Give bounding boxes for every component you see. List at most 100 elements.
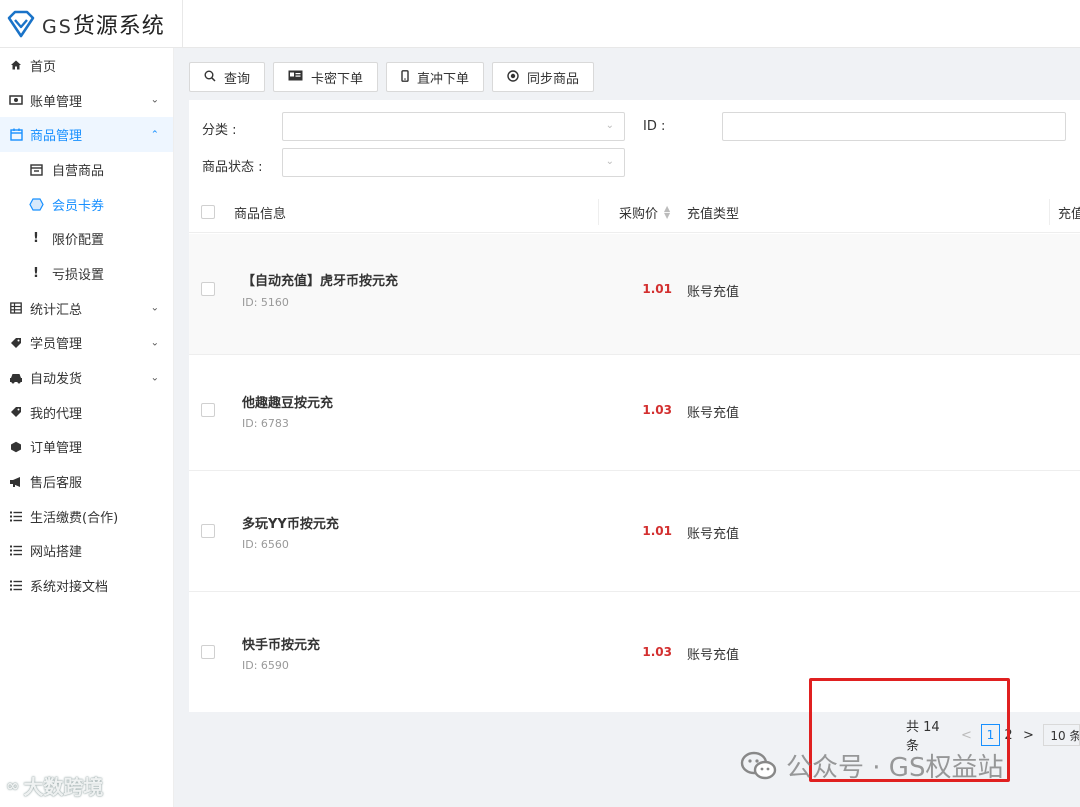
direct-order-button[interactable]: 直冲下单 [386,62,485,92]
card-order-button[interactable]: 卡密下单 [273,62,379,92]
chevron-down-icon: ⌄ [605,120,614,131]
recharge-type: 账号充值 [687,406,740,421]
sidebar-item-price-limit[interactable]: ! 限价配置 [0,221,173,256]
sidebar-item-students[interactable]: 学员管理 ⌄ [0,326,173,361]
sidebar-item-api-docs[interactable]: 系统对接文档 [0,568,173,603]
tag-icon [8,404,24,420]
sidebar-item-label: 自营商品 [52,163,105,179]
sync-products-button[interactable]: 同步商品 [492,62,595,92]
purchase-price: 1.01 [642,282,672,296]
watermark-logo-icon: ∞ [6,776,20,795]
sidebar-item-label: 限价配置 [52,233,105,249]
cube-icon [8,439,24,455]
top-bar: GS货源系统 [0,0,1080,48]
product-name[interactable]: 多玩YY币按元充 [242,513,339,532]
header-purchase-price-label: 采购价 [619,206,659,222]
query-button[interactable]: 查询 [189,62,266,92]
table-header: 商品信息 采购价 ▲ ▼ 充值类型 充值 [189,191,1080,233]
sidebar-item-orders[interactable]: 订单管理 [0,430,173,465]
next-page-button[interactable]: > [1019,724,1037,746]
purchase-price: 1.03 [642,403,672,417]
sidebar-item-bills[interactable]: 账单管理 ⌄ [0,83,173,118]
search-icon [204,70,216,85]
sidebar-item-own-products[interactable]: 自营商品 [0,152,173,187]
sidebar-item-my-agents[interactable]: 我的代理 [0,395,173,430]
chevron-down-icon: ⌄ [150,94,159,106]
query-button-label: 查询 [224,71,251,87]
page-size-select[interactable]: 10 条 [1043,724,1080,746]
table-row[interactable]: 【自动充值】虎牙币按元充 ID: 5160 1.01 账号充值 [189,234,1080,355]
sidebar-item-label: 售后客服 [30,476,83,492]
status-label: 商品状态 : [202,160,263,175]
purchase-price: 1.03 [642,645,672,659]
diamond-logo-icon [7,10,35,38]
chevron-up-icon: ⌃ [150,129,159,141]
calendar-icon [28,161,44,177]
header-purchase-price[interactable]: 采购价 ▲ ▼ [619,191,670,233]
header-divider [1049,199,1050,225]
product-id: ID: 6560 [242,538,289,551]
sidebar-item-label: 会员卡券 [52,198,105,214]
chevron-down-icon: ⌄ [150,302,159,314]
direct-order-button-label: 直冲下单 [417,71,470,87]
wechat-icon [740,751,777,779]
sidebar-item-label: 学员管理 [30,337,83,353]
recharge-type: 账号充值 [687,648,740,663]
product-name[interactable]: 他趣趣豆按元充 [242,392,333,411]
purchase-price: 1.01 [642,524,672,538]
id-card-icon [288,70,303,84]
id-label: ID : [643,119,666,134]
product-name[interactable]: 【自动充值】虎牙币按元充 [242,270,398,289]
watermark-right: 公众号 · GS权益站 [740,747,1003,784]
sidebar-item-member-coupons[interactable]: 会员卡券 [0,187,173,222]
sidebar-item-label: 网站搭建 [30,545,83,561]
card-order-button-label: 卡密下单 [311,71,364,87]
sync-products-button-label: 同步商品 [527,71,580,87]
select-all-checkbox[interactable] [201,205,215,219]
product-id: ID: 6590 [242,659,289,672]
sidebar-item-label: 订单管理 [30,441,83,457]
status-select[interactable]: ⌄ [282,148,625,177]
calendar-icon [8,127,24,143]
sidebar-item-utility-payment[interactable]: 生活缴费(合作) [0,499,173,534]
sidebar-item-after-sales[interactable]: 售后客服 [0,464,173,499]
category-label: 分类 : [202,123,237,138]
sidebar-item-site-builder[interactable]: 网站搭建 [0,534,173,569]
sidebar: 首页 账单管理 ⌄ 商品管理 ⌃ 自营商品 会员卡券 ! 限价配置 ! 亏损设置 [0,48,174,807]
category-select[interactable]: ⌄ [282,112,625,141]
header-recharge-col: 充值 [1058,206,1080,222]
sidebar-item-statistics[interactable]: 统计汇总 ⌄ [0,291,173,326]
list-icon [8,543,24,559]
sidebar-item-label: 系统对接文档 [30,580,109,596]
logo[interactable]: GS货源系统 [0,0,183,48]
sidebar-item-loss-settings[interactable]: ! 亏损设置 [0,256,173,291]
watermark-left-text: 大数跨境 [23,775,104,799]
sidebar-item-home[interactable]: 首页 [0,48,173,83]
product-name[interactable]: 快手币按元充 [242,634,320,653]
product-panel: 分类 : ⌄ ID : 商品状态 : ⌄ 商品信息 采购价 ▲ ▼ 充值类型 充值… [189,100,1080,712]
sidebar-item-label: 生活缴费(合作) [30,510,119,526]
table-row[interactable]: 他趣趣豆按元充 ID: 6783 1.03 账号充值 [189,350,1080,471]
car-icon [8,370,24,386]
table-row[interactable]: 多玩YY币按元充 ID: 6560 1.01 账号充值 [189,471,1080,592]
bill-icon [8,92,24,108]
row-checkbox[interactable] [201,403,215,417]
chevron-down-icon: ⌄ [150,372,159,384]
row-checkbox[interactable] [201,524,215,538]
sidebar-item-auto-delivery[interactable]: 自动发货 ⌄ [0,360,173,395]
recharge-type: 账号充值 [687,527,740,542]
sidebar-item-products[interactable]: 商品管理 ⌃ [0,117,173,153]
sort-icon: ▲ ▼ [664,204,671,220]
sidebar-item-label: 自动发货 [30,372,83,388]
app-title: GS货源系统 [42,14,165,39]
chevron-down-icon: ⌄ [605,156,614,167]
sidebar-item-label: 亏损设置 [52,267,105,283]
id-input[interactable] [722,112,1066,141]
exclamation-icon: ! [33,265,39,281]
sidebar-item-label: 我的代理 [30,406,83,422]
row-checkbox[interactable] [201,282,215,296]
row-checkbox[interactable] [201,645,215,659]
sidebar-item-label: 统计汇总 [30,302,83,318]
list-icon [8,508,24,524]
chevron-down-icon: ⌄ [150,337,159,349]
